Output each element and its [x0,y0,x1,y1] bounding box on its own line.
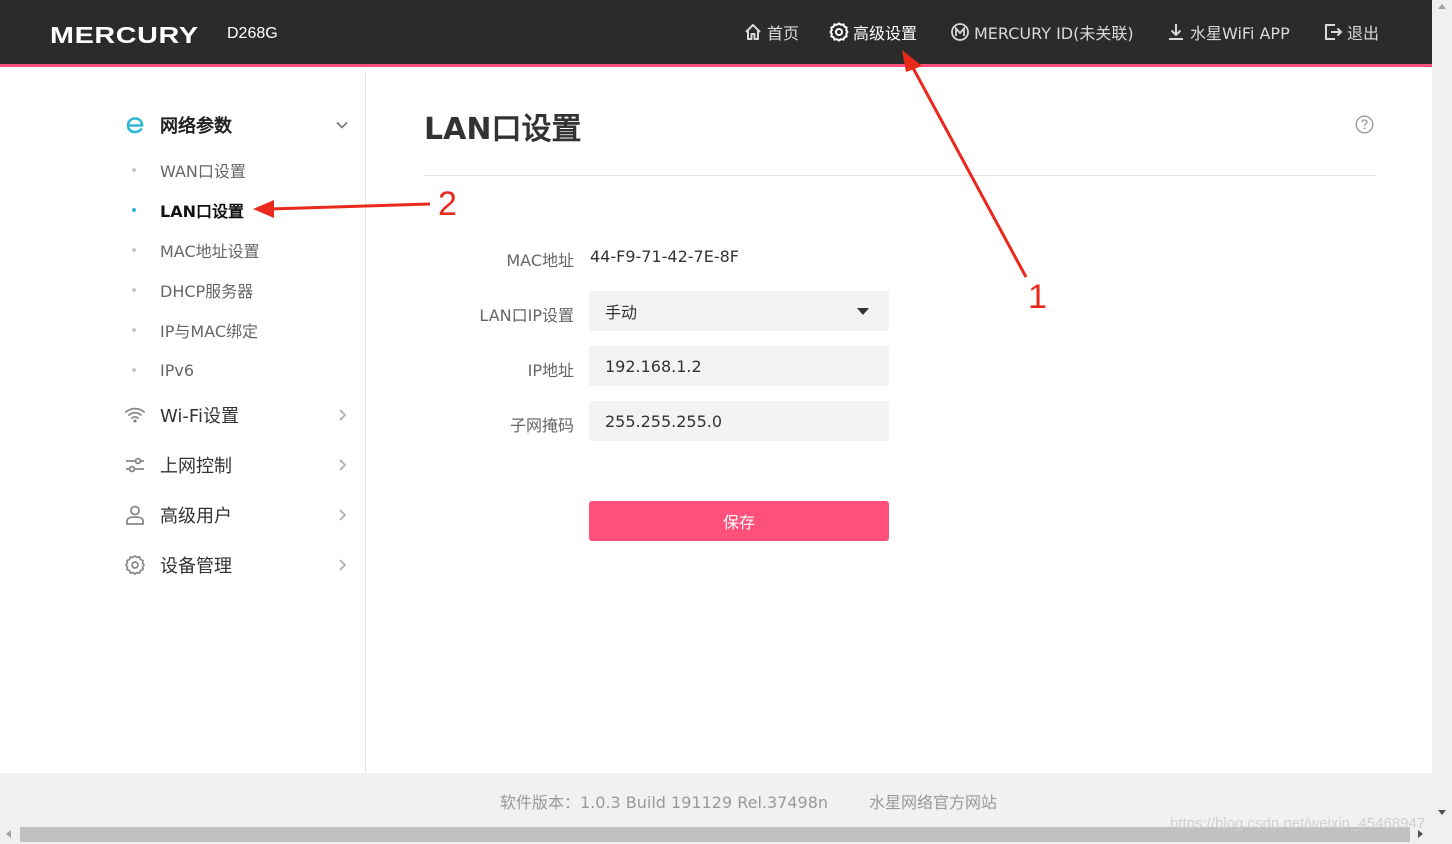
home-icon [745,24,761,40]
sidebar-item-wan[interactable]: WAN口设置 [132,158,246,182]
scroll-left-arrow-icon[interactable] [6,830,11,838]
sidebar-item-label: MAC地址设置 [160,242,260,261]
chevron-right-icon [339,459,347,471]
subnet-mask-input[interactable] [589,401,889,441]
official-site-link[interactable]: 水星网络官方网站 [869,789,997,813]
nav-wifi-app-label: 水星WiFi APP [1190,24,1290,43]
sidebar-group-label: 高级用户 [160,506,232,527]
nav-mercury-id[interactable]: MERCURY ID(未关联) [950,20,1134,44]
sidebar-item-label: DHCP服务器 [160,282,254,301]
chevron-right-icon [339,559,347,571]
sidebar-item-ip-mac-binding[interactable]: IP与MAC绑定 [132,318,258,342]
sidebar-item-label: LAN口设置 [160,202,244,221]
gear-icon [829,22,849,42]
mac-value: 44-F9-71-42-7E-8F [590,247,739,266]
save-button[interactable]: 保存 [589,501,889,541]
sidebar-group-device-management[interactable]: 设备管理 [124,550,349,580]
annotation-number-2: 2 [438,185,457,223]
nav-home-label: 首页 [767,24,800,43]
sidebar-group-label: 设备管理 [160,556,232,577]
bullet-dot [132,168,136,172]
wifi-icon [124,404,146,426]
software-version: 软件版本：1.0.3 Build 191129 Rel.37498n [500,793,829,812]
sidebar-group-label: Wi-Fi设置 [160,406,239,427]
nav-logout-label: 退出 [1347,24,1380,43]
chevron-down-icon [336,121,348,129]
sidebar-item-lan[interactable]: LAN口设置 [132,198,244,222]
page-title: LAN口设置 [424,112,582,147]
scroll-up-arrow-icon[interactable] [1438,4,1446,9]
sidebar-item-mac[interactable]: MAC地址设置 [132,238,260,262]
sidebar-item-ipv6[interactable]: IPv6 [132,358,194,382]
sidebar-group-wifi[interactable]: Wi-Fi设置 [124,400,349,430]
title-divider [424,175,1375,176]
logout-icon [1325,24,1343,40]
nav-wifi-app[interactable]: 水星WiFi APP [1166,20,1290,44]
help-icon[interactable] [1355,115,1374,134]
lan-ip-mode-select[interactable]: 手动 [589,291,889,331]
lan-ip-mode-label: LAN口IP设置 [479,306,574,325]
sidebar-group-network[interactable]: 网络参数 [124,110,349,140]
bullet-dot [132,208,136,212]
chevron-right-icon [339,409,347,421]
ip-address-input[interactable] [589,346,889,386]
bullet-dot [132,328,136,332]
bullet-dot [132,288,136,292]
brand-logo[interactable]: MERCURY [50,22,199,49]
nav-advanced-settings-label: 高级设置 [853,24,918,43]
annotation-number-1: 1 [1028,278,1047,316]
scroll-down-arrow-icon[interactable] [1438,810,1446,815]
subnet-mask-label: 子网掩码 [509,416,574,435]
sidebar-group-label: 网络参数 [160,116,232,137]
watermark: https://blog.csdn.net/weixin_45468947 [1170,815,1426,832]
mac-label: MAC地址 [506,251,574,270]
dropdown-caret-icon [857,308,869,315]
network-icon [124,114,146,136]
mercury-id-icon [951,23,969,41]
sidebar-item-dhcp[interactable]: DHCP服务器 [132,278,253,302]
annotation-arrow-1 [902,50,1028,278]
user-icon [124,504,146,526]
sidebar-item-label: WAN口设置 [160,162,246,181]
device-gear-icon [124,554,146,576]
bullet-dot [132,248,136,252]
ip-address-label: IP地址 [527,361,574,380]
sliders-icon [124,454,146,476]
nav-advanced-settings[interactable]: 高级设置 [829,20,917,44]
sidebar-group-label: 上网控制 [160,456,232,477]
chevron-right-icon [339,509,347,521]
nav-logout[interactable]: 退出 [1323,20,1379,44]
sidebar-item-label: IP与MAC绑定 [160,322,259,341]
bullet-dot [132,368,136,372]
sidebar-group-internet-control[interactable]: 上网控制 [124,450,349,480]
nav-mercury-id-label: MERCURY ID(未关联) [974,24,1134,43]
model-name: D268G [227,25,278,42]
download-icon [1169,24,1183,40]
sidebar-group-advanced-user[interactable]: 高级用户 [124,500,349,530]
vertical-scrollbar[interactable] [1432,0,1452,825]
nav-home[interactable]: 首页 [743,20,799,44]
sidebar-item-label: IPv6 [160,360,195,380]
lan-ip-mode-value: 手动 [605,303,638,322]
top-header: MERCURY D268G 首页 高级设置 MERCURY ID(未关联) 水星… [0,0,1432,67]
